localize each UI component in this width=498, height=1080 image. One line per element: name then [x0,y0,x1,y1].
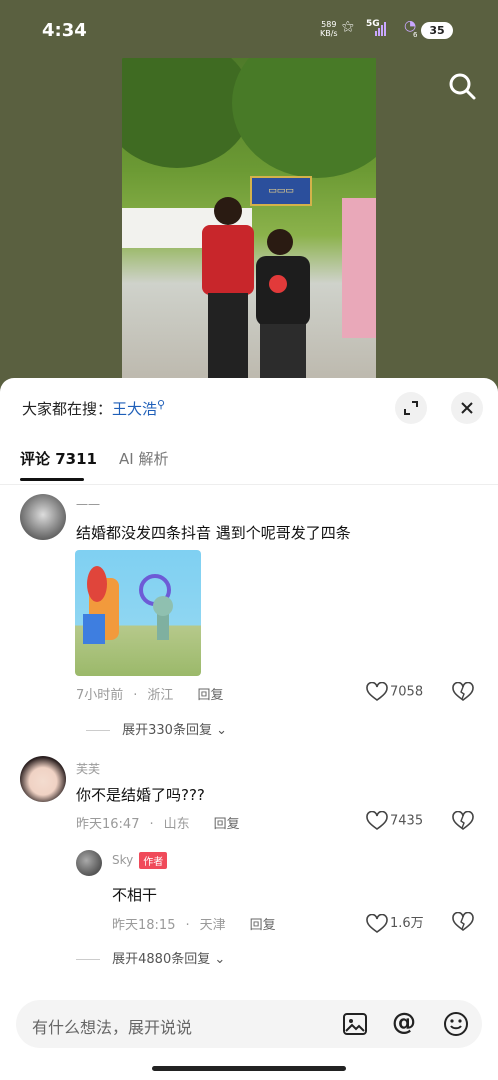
chevron-down-icon: ⌄ [210,952,226,967]
like-count: 7058 [390,684,424,700]
signal-sub: 6 [413,31,418,39]
battery-indicator: 35 [421,22,453,39]
home-indicator [152,1066,346,1071]
avatar[interactable] [76,850,102,876]
close-button[interactable] [451,392,483,424]
dislike-heart-icon [452,810,474,830]
dislike-heart-icon [452,681,474,701]
status-notification-icons: ⚝ [342,19,354,33]
search-icon[interactable] [446,70,478,102]
like-count: 7435 [390,813,424,829]
at-icon[interactable]: @ [392,1008,416,1036]
expand-icon [404,401,418,415]
comment-username[interactable]: 芙芙 [76,760,100,777]
divider [0,484,498,485]
reply-button[interactable]: 回复 [250,918,276,933]
comment-input-placeholder: 有什么想法，展开说说 [32,1018,193,1037]
comment-meta: 昨天16:47 · 山东 回复 [76,817,240,832]
comment-text: 结婚都没发四条抖音 遇到个呢哥发了四条 [76,524,351,542]
avatar[interactable] [20,494,66,540]
comment-meta: 7小时前 · 浙江 回复 [76,688,224,703]
expand-replies-button[interactable]: 展开330条回复 ⌄ [86,719,227,738]
photo-tree [232,58,376,178]
image-icon[interactable] [342,1012,368,1036]
comment-sticker-image[interactable] [75,550,201,676]
status-time: 4:34 [42,20,87,41]
photo-pink-booth [342,198,376,338]
tab-underline [20,478,84,481]
comment-input[interactable]: 有什么想法，展开说说 @ [16,1000,482,1048]
dislike-button[interactable] [452,681,474,706]
trending-search[interactable]: 大家都在搜：王大浩⚲ [22,398,165,419]
reply-meta: 昨天18:15 · 天津 回复 [112,918,276,933]
tab-ai-analysis[interactable]: AI 解析 [119,448,168,469]
photo-person-black [256,229,310,380]
heart-icon [366,810,388,830]
avatar[interactable] [20,756,66,802]
expand-button[interactable] [395,392,427,424]
reply-text: 不相干 [112,886,158,904]
signal-icon [375,22,387,36]
network-speed: 589 KB/s [320,20,338,38]
dislike-button[interactable] [452,911,474,936]
reply-button[interactable]: 回复 [214,817,240,832]
author-badge: 作者 [139,852,168,869]
comment-text: 你不是结婚了吗??? [76,786,205,804]
video-frame[interactable]: ▭▭▭ [122,58,376,380]
heart-icon [366,913,388,933]
dislike-heart-icon [452,911,474,931]
like-button[interactable]: 1.6万 [366,912,424,934]
heart-icon [366,681,388,701]
reply-username[interactable]: Sky 作者 [112,852,168,869]
emoji-icon[interactable] [443,1011,469,1037]
chevron-down-icon: ⌄ [211,723,227,738]
status-bar: 4:34 589 KB/s ⚝ 5G ◔ 6 35 [0,0,498,60]
trending-keyword[interactable]: 王大浩 [112,400,157,418]
tab-comments[interactable]: 评论 7311 [20,448,97,469]
dislike-button[interactable] [452,810,474,835]
like-count: 1.6万 [390,916,424,931]
like-button[interactable]: 7435 [366,810,424,831]
comment-username[interactable]: 一一 [76,496,100,513]
reply-button[interactable]: 回复 [197,688,223,703]
search-icon: ⚲ [157,398,166,411]
expand-replies-button[interactable]: 展开4880条回复 ⌄ [76,948,225,967]
like-button[interactable]: 7058 [366,681,424,702]
comment-panel: 大家都在搜：王大浩⚲ 评论 7311 AI 解析 一一 结婚都没发四条抖音 遇到… [0,378,498,1080]
close-icon [461,402,473,414]
